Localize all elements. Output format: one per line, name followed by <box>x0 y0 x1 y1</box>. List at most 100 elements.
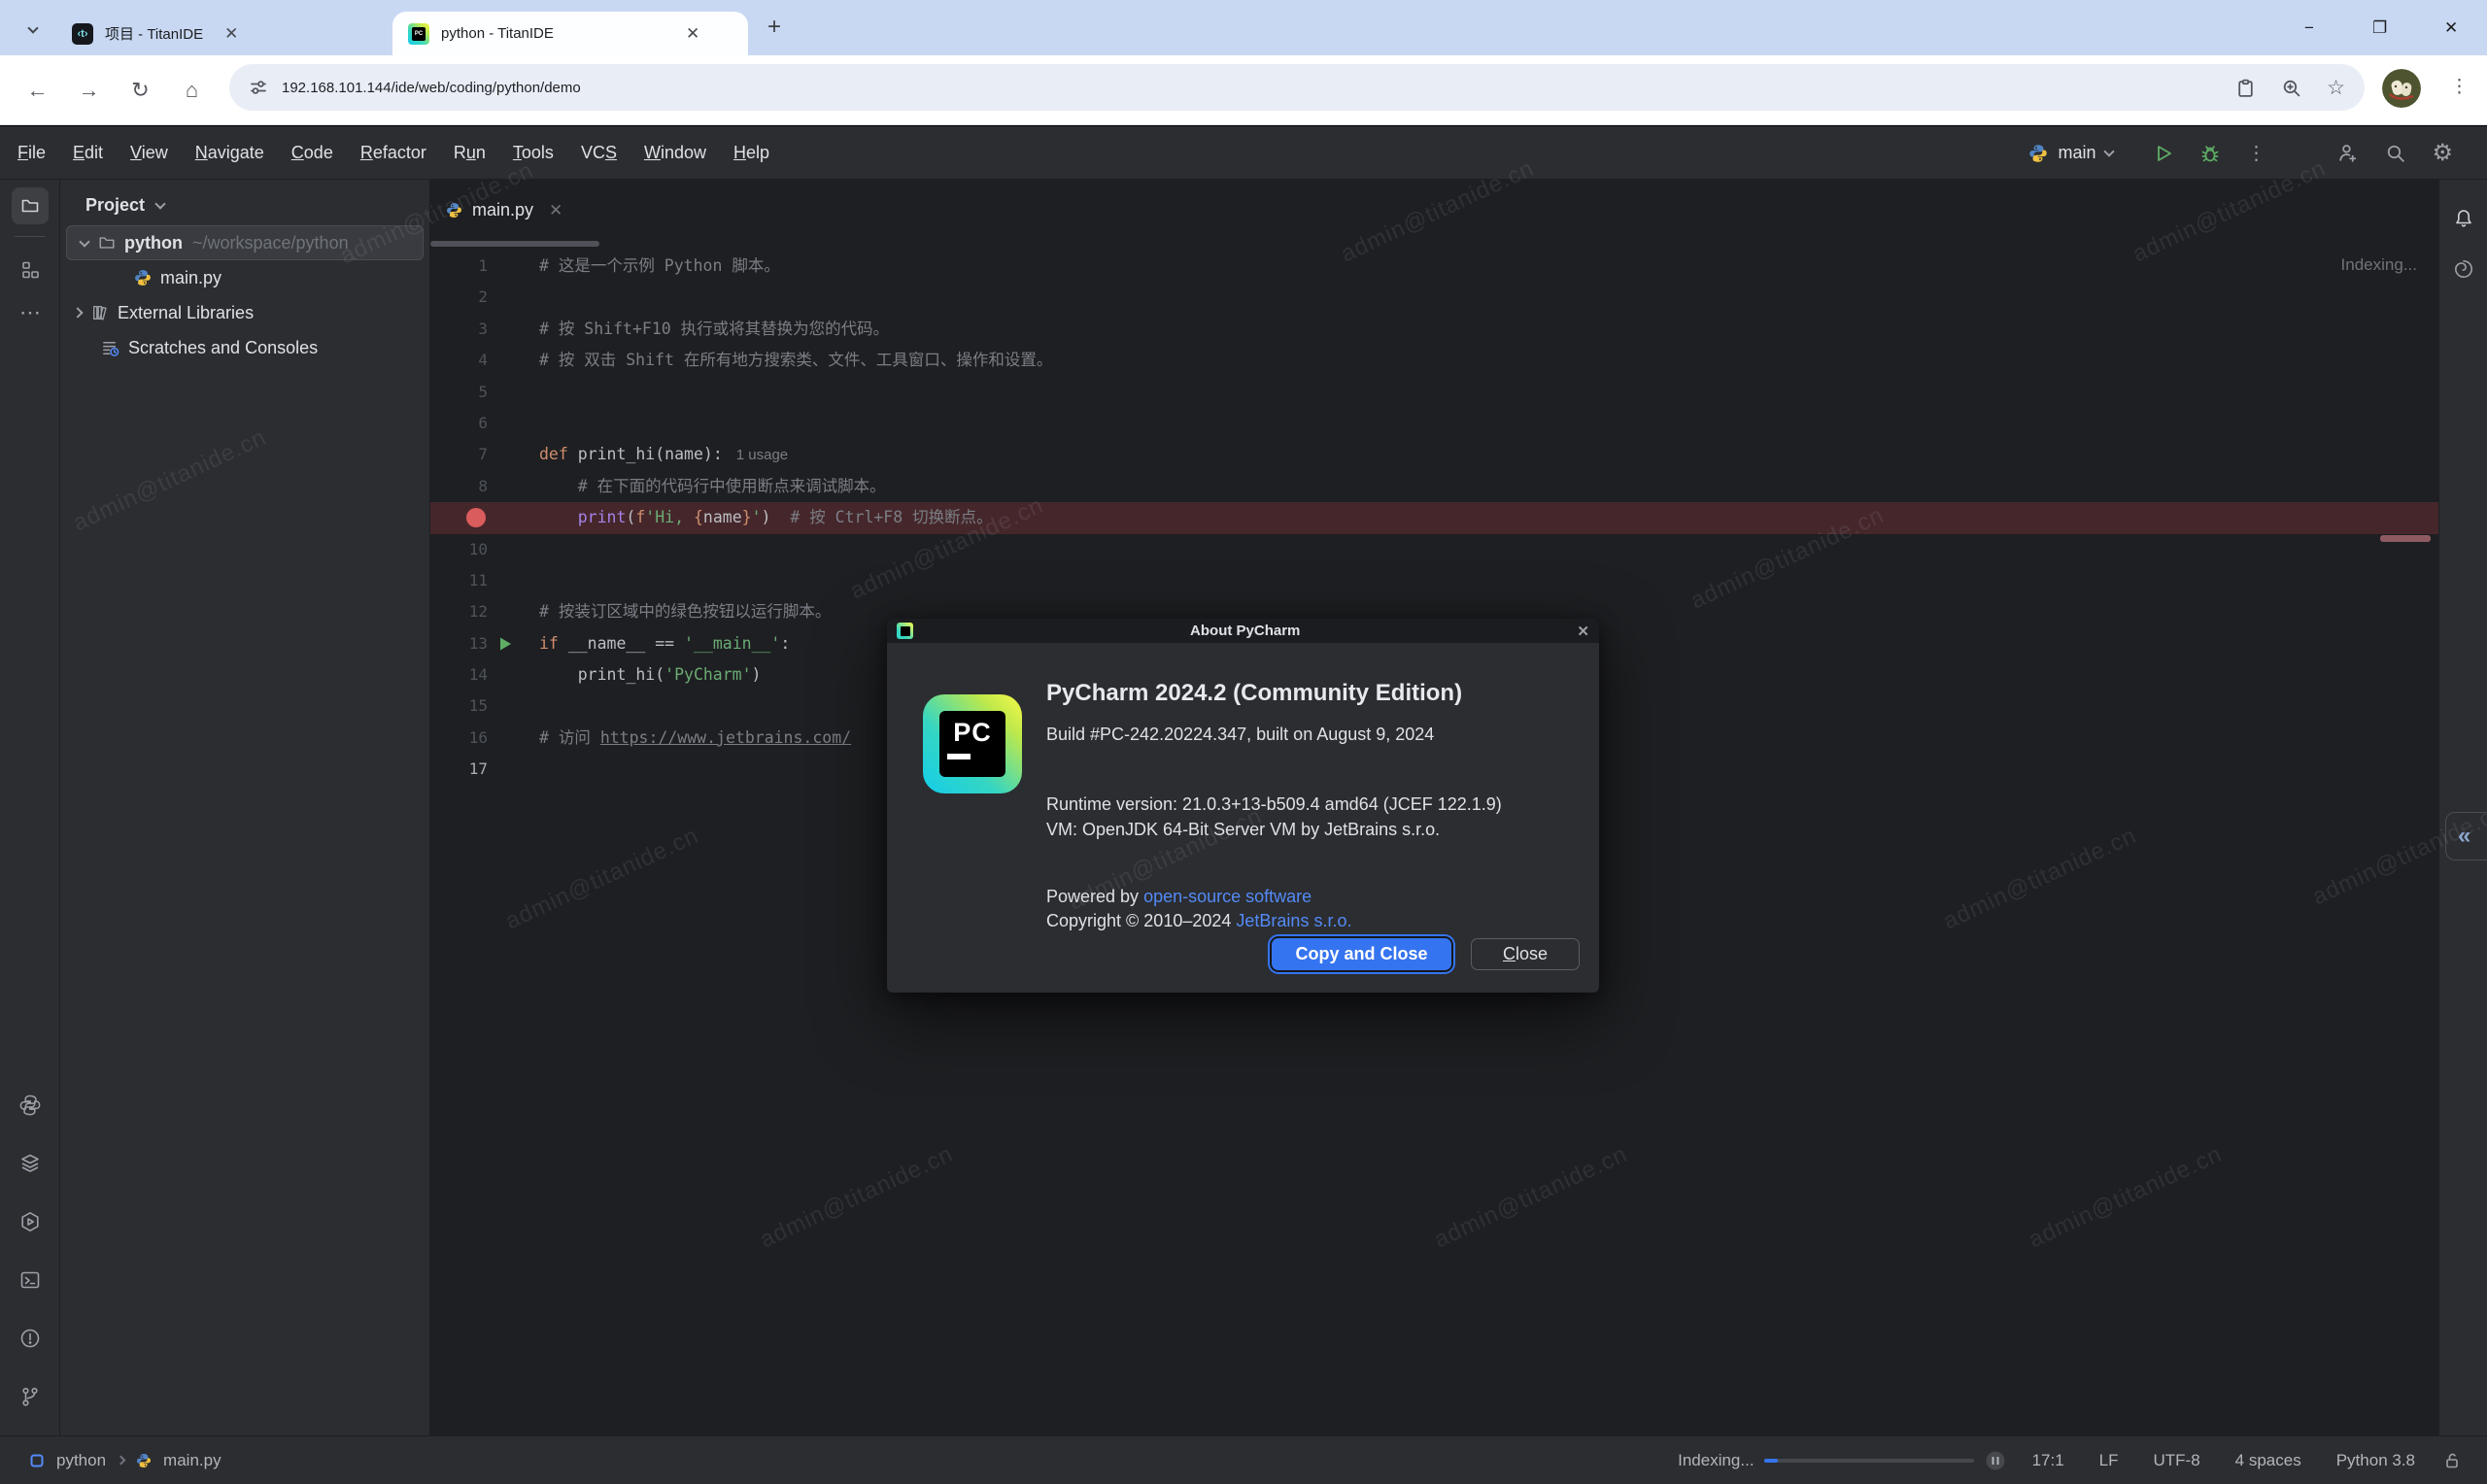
reload-icon[interactable]: ↻ <box>115 78 166 103</box>
tab-scroll-thumb[interactable] <box>430 241 599 247</box>
problems-tool-icon[interactable] <box>0 1309 60 1367</box>
line-number[interactable]: 7 <box>430 439 488 470</box>
menu-navigate[interactable]: Navigate <box>182 143 278 163</box>
menu-vcs[interactable]: VCS <box>567 143 630 163</box>
version-control-tool-icon[interactable] <box>0 1367 60 1426</box>
line-number[interactable]: 17 <box>430 754 488 785</box>
forward-icon[interactable]: → <box>63 78 115 103</box>
ai-assistant-icon[interactable] <box>2439 244 2487 294</box>
services-layers-tool-icon[interactable] <box>0 1134 60 1193</box>
line-number[interactable]: 6 <box>430 408 488 439</box>
window-minimize-button[interactable]: − <box>2304 0 2314 55</box>
run-line-icon[interactable] <box>488 634 539 654</box>
home-icon[interactable]: ⌂ <box>166 78 218 103</box>
usages-inlay-hint[interactable]: 1 usage <box>736 447 788 463</box>
menu-help[interactable]: Help <box>720 143 783 163</box>
project-tool-icon[interactable] <box>12 187 49 224</box>
window-restore-button[interactable]: ❐ <box>2372 0 2387 55</box>
add-user-icon[interactable] <box>2336 142 2359 164</box>
more-actions-icon[interactable]: ⋮ <box>2246 141 2266 165</box>
line-number[interactable]: 5 <box>430 377 488 408</box>
run-services-hexagon-icon[interactable] <box>0 1193 60 1251</box>
window-close-button[interactable]: ✕ <box>2444 0 2458 55</box>
code-line[interactable]: 1# 这是一个示例 Python 脚本。 <box>430 251 2438 282</box>
chevron-down-icon[interactable] <box>79 236 89 247</box>
menu-file[interactable]: File <box>4 143 59 163</box>
tab-close-icon[interactable]: ✕ <box>224 24 238 44</box>
dialog-title-bar[interactable]: About PyCharm ✕ <box>887 619 1599 643</box>
code-line[interactable]: 5 <box>430 377 2438 408</box>
project-widget-icon[interactable] <box>29 1453 45 1468</box>
breakpoint-gutter[interactable] <box>430 508 488 527</box>
status-indent[interactable]: 4 spaces <box>2218 1451 2319 1470</box>
code-line[interactable]: 4# 按 双击 Shift 在所有地方搜索类、文件、工具窗口、操作和设置。 <box>430 345 2438 376</box>
line-number[interactable]: 8 <box>430 471 488 502</box>
terminal-tool-icon[interactable] <box>0 1251 60 1309</box>
code-line[interactable]: 8 # 在下面的代码行中使用断点来调试脚本。 <box>430 471 2438 502</box>
line-number[interactable]: 11 <box>430 565 488 596</box>
new-tab-button[interactable]: + <box>767 14 781 41</box>
menu-code[interactable]: Code <box>278 143 347 163</box>
menu-edit[interactable]: Edit <box>59 143 117 163</box>
tab-close-icon[interactable]: ✕ <box>549 201 562 220</box>
collapse-panel-button[interactable]: « <box>2445 812 2487 860</box>
bookmark-star-icon[interactable]: ☆ <box>2327 76 2345 100</box>
run-configuration-selector[interactable]: main <box>2028 143 2113 163</box>
browser-menu-icon[interactable]: ⋮ <box>2450 76 2469 98</box>
copy-and-close-button[interactable]: Copy and Close <box>1270 936 1453 972</box>
code-line[interactable]: print(f'Hi, {name}') # 按 Ctrl+F8 切换断点。 <box>430 502 2438 533</box>
more-tool-windows-icon[interactable]: ⋯ <box>0 291 60 334</box>
settings-gear-icon[interactable]: ⚙ <box>2432 139 2453 167</box>
browser-tab-python[interactable]: PC python - TitanIDE ✕ <box>392 12 748 55</box>
notifications-bell-icon[interactable] <box>2439 193 2487 244</box>
chevron-down-icon[interactable] <box>154 198 165 209</box>
line-number[interactable]: 1 <box>430 251 488 282</box>
zoom-icon[interactable] <box>2281 78 2301 98</box>
line-number[interactable]: 13 <box>430 628 488 659</box>
line-number[interactable]: 10 <box>430 534 488 565</box>
code-line[interactable]: 7def print_hi(name):1 usage <box>430 439 2438 470</box>
code-line[interactable]: 2 <box>430 282 2438 313</box>
readonly-lock-icon[interactable] <box>2442 1451 2462 1470</box>
dialog-close-icon[interactable]: ✕ <box>1577 623 1589 640</box>
menu-run[interactable]: Run <box>440 143 499 163</box>
clipboard-icon[interactable] <box>2235 78 2256 98</box>
chevron-right-icon[interactable] <box>72 307 83 318</box>
menu-refactor[interactable]: Refactor <box>347 143 440 163</box>
status-caret-position[interactable]: 17:1 <box>2015 1451 2082 1470</box>
browser-tab-titanide[interactable]: ‹t› 项目 - TitanIDE ✕ <box>56 12 254 55</box>
site-info-icon[interactable] <box>249 78 268 97</box>
run-button[interactable] <box>2153 143 2174 164</box>
tab-close-icon[interactable]: ✕ <box>686 24 699 44</box>
editor-tab-main-py[interactable]: main.py ✕ <box>430 180 578 241</box>
status-project-name[interactable]: python <box>56 1451 106 1470</box>
jetbrains-link[interactable]: JetBrains s.r.o. <box>1236 911 1351 930</box>
menu-window[interactable]: Window <box>630 143 720 163</box>
code-line[interactable]: 3# 按 Shift+F10 执行或将其替换为您的代码。 <box>430 314 2438 345</box>
status-interpreter[interactable]: Python 3.8 <box>2319 1451 2433 1470</box>
line-number[interactable]: 3 <box>430 314 488 345</box>
code-line[interactable]: 10 <box>430 534 2438 565</box>
debug-button[interactable] <box>2199 143 2221 164</box>
code-line[interactable]: 11 <box>430 565 2438 596</box>
close-button[interactable]: Close <box>1471 938 1580 970</box>
open-source-link[interactable]: open-source software <box>1143 887 1312 906</box>
address-bar[interactable]: 192.168.101.144/ide/web/coding/python/de… <box>229 64 2365 111</box>
line-number[interactable]: 4 <box>430 345 488 376</box>
status-encoding[interactable]: UTF-8 <box>2136 1451 2218 1470</box>
status-line-separator[interactable]: LF <box>2082 1451 2136 1470</box>
tree-row-external-libraries[interactable]: External Libraries <box>60 295 429 330</box>
status-file-name[interactable]: main.py <box>163 1451 221 1470</box>
line-number[interactable]: 2 <box>430 282 488 313</box>
line-number[interactable]: 14 <box>430 659 488 691</box>
tree-row-scratches[interactable]: Scratches and Consoles <box>60 330 429 365</box>
tree-row-main-py[interactable]: main.py <box>60 260 429 295</box>
profile-avatar[interactable] <box>2382 69 2421 108</box>
structure-tool-icon[interactable] <box>0 249 60 291</box>
line-number[interactable]: 15 <box>430 691 488 722</box>
tree-row-project-root[interactable]: python ~/workspace/python <box>66 225 424 260</box>
pause-indexing-icon[interactable] <box>1984 1449 2007 1472</box>
menu-view[interactable]: View <box>117 143 182 163</box>
python-packages-tool-icon[interactable] <box>0 1076 60 1134</box>
search-icon[interactable] <box>2384 142 2406 164</box>
